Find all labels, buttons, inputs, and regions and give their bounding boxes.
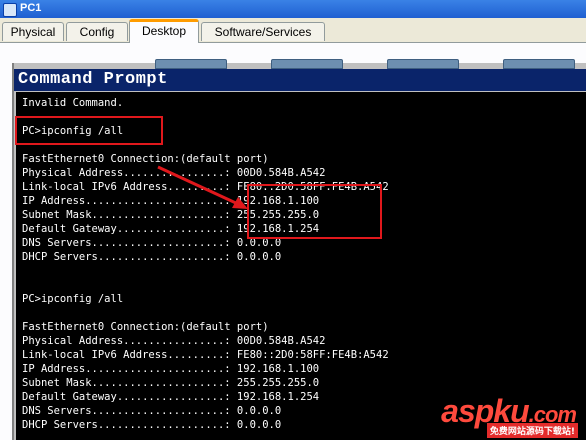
watermark-logo: aspku.com 免费网站源码下载站! — [410, 394, 582, 438]
watermark-subtitle: 免费网站源码下载站! — [486, 423, 578, 438]
annotation-arrow-icon — [157, 165, 248, 209]
